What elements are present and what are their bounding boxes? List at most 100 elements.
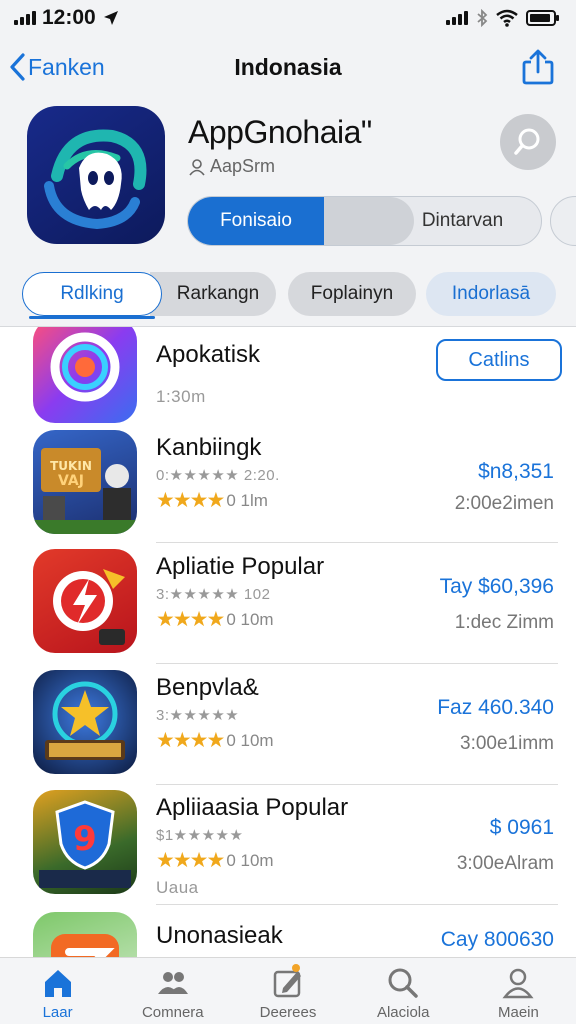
tab-label: Comnera bbox=[141, 1004, 204, 1021]
tab-updates[interactable]: Deerees bbox=[230, 958, 345, 1024]
wifi-icon bbox=[496, 9, 518, 27]
segment-other[interactable]: Dintarvan bbox=[384, 197, 541, 245]
star-rating: ★★★★ bbox=[156, 489, 225, 512]
row-separator bbox=[156, 904, 558, 905]
tab-bar: Laar Comnera Deerees Alaciola Maein bbox=[0, 957, 576, 1024]
list-item[interactable]: Benpvla& 3:★★★★★ ★★★★ 0 10m Faz 460.340 … bbox=[0, 670, 576, 790]
ring-icon bbox=[33, 327, 137, 423]
developer-name: AapSrm bbox=[210, 156, 276, 176]
lightning-icon bbox=[33, 549, 137, 653]
app-subtitle: 3:★★★★★ 102 bbox=[156, 586, 271, 603]
share-icon[interactable] bbox=[520, 48, 556, 86]
star-badge-icon bbox=[33, 670, 137, 774]
star-rating: ★★★★ bbox=[156, 729, 225, 752]
meta: 3:00e1imm bbox=[460, 733, 554, 754]
list-item[interactable]: Unonasieak Cay 800630 bbox=[0, 912, 576, 957]
bluetooth-icon bbox=[477, 9, 488, 27]
star-rating: ★★★★ bbox=[156, 849, 225, 872]
app-title: Benpvla& bbox=[156, 674, 259, 701]
meta: 1:dec Zimm bbox=[454, 612, 554, 633]
price[interactable]: Faz 460.340 bbox=[437, 696, 554, 720]
price[interactable]: $n8,351 bbox=[478, 460, 554, 484]
list-item[interactable]: Apokatisk 1:30m Catlins bbox=[0, 327, 576, 439]
app-subtitle: 3:★★★★★ bbox=[156, 707, 240, 724]
rating-count: 0 10m bbox=[226, 609, 274, 629]
developer-line: AapSrm bbox=[188, 156, 275, 177]
location-arrow-icon bbox=[103, 11, 118, 25]
status-left: 12:00 bbox=[14, 6, 120, 30]
rating-count: 0 1lm bbox=[226, 490, 268, 510]
get-button[interactable]: Catlins bbox=[436, 339, 562, 381]
shield-9-icon: 9 bbox=[33, 790, 137, 894]
app-subtitle: $1★★★★★ bbox=[156, 827, 244, 844]
rating-count: 0 10m bbox=[226, 730, 274, 750]
chip-3[interactable]: Indorlasā bbox=[426, 272, 556, 316]
meta: 2:00e2imen bbox=[454, 493, 554, 514]
app-subtitle: 0:★★★★★ 2:20. bbox=[156, 467, 280, 484]
cell-signal-icon bbox=[446, 11, 468, 25]
segment-active[interactable]: Fonisaio bbox=[188, 197, 324, 245]
profile-icon bbox=[502, 968, 534, 999]
row-separator bbox=[156, 784, 558, 785]
row-separator bbox=[156, 542, 558, 543]
app-header: Fanken Indonasia AppGnohaia" AapSrm Foni… bbox=[0, 36, 576, 326]
list-item[interactable]: Apliatie Popular 3:★★★★★ 102 ★★★★ 0 10m … bbox=[0, 549, 576, 669]
tab-search[interactable]: Alaciola bbox=[346, 958, 461, 1024]
tab-community[interactable]: Comnera bbox=[115, 958, 230, 1024]
svg-text:VAJ: VAJ bbox=[58, 473, 84, 489]
tab-profile[interactable]: Maein bbox=[461, 958, 576, 1024]
search-button[interactable] bbox=[500, 114, 556, 170]
price[interactable]: Tay $60,396 bbox=[440, 575, 554, 599]
home-icon bbox=[44, 970, 71, 997]
list-item[interactable]: 9 Apliiaasia Popular $1★★★★★ ★★★★ 0 10m … bbox=[0, 790, 576, 910]
app-subtitle: 1:30m bbox=[156, 387, 206, 406]
rating-row: ★★★★ 0 10m bbox=[156, 607, 274, 632]
chip-0[interactable]: Rdlking bbox=[22, 272, 162, 319]
edit-icon bbox=[273, 970, 301, 998]
status-bar: 12:00 bbox=[0, 0, 576, 36]
app-title: Apliiaasia Popular bbox=[156, 794, 349, 821]
tab-label: Laar bbox=[42, 1004, 73, 1021]
svg-text:TUKIN: TUKIN bbox=[50, 459, 92, 473]
status-time: 12:00 bbox=[42, 6, 96, 29]
developer-icon bbox=[189, 158, 205, 176]
people-icon bbox=[157, 972, 188, 994]
app-list: Apokatisk 1:30m Catlins TUKIN VAJ Kanbii… bbox=[0, 327, 576, 957]
rating-row: ★★★★ 0 1lm bbox=[156, 488, 268, 513]
rating-count: 0 10m bbox=[226, 850, 274, 870]
nav-bar: Fanken Indonasia bbox=[0, 36, 576, 98]
tab-label: Maein bbox=[497, 1004, 539, 1021]
game-kanban-icon: TUKIN VAJ bbox=[33, 430, 137, 534]
battery-icon bbox=[526, 10, 559, 26]
rating-row: ★★★★ 0 10m bbox=[156, 848, 274, 873]
meta: 3:00eAlram bbox=[456, 853, 554, 874]
ghost-swirl-icon bbox=[44, 129, 147, 230]
chip-1[interactable]: Rarkangn bbox=[150, 272, 276, 316]
tab-home[interactable]: Laar bbox=[0, 958, 115, 1024]
status-right bbox=[446, 9, 560, 27]
tab-label: Alaciola bbox=[376, 1004, 430, 1021]
app-title: Kanbiingk bbox=[156, 434, 262, 461]
segmented-control: Fonisaio Dintarvan bbox=[187, 196, 542, 246]
app-extra: Uaua bbox=[156, 878, 199, 897]
segment-overflow[interactable] bbox=[550, 196, 576, 246]
price[interactable]: $ 0961 bbox=[490, 816, 554, 840]
orange-arrow-icon bbox=[33, 912, 137, 957]
app-name: AppGnohaia" bbox=[188, 114, 372, 150]
rating-row: ★★★★ 0 10m bbox=[156, 728, 274, 753]
page-title: Indonasia bbox=[234, 54, 342, 80]
svg-text:9: 9 bbox=[73, 819, 97, 859]
star-rating: ★★★★ bbox=[156, 608, 225, 631]
search-icon bbox=[388, 968, 418, 998]
search-icon bbox=[514, 128, 540, 155]
app-title: Apliatie Popular bbox=[156, 553, 325, 580]
list-item[interactable]: TUKIN VAJ Kanbiingk 0:★★★★★ 2:20. ★★★★ 0… bbox=[0, 430, 576, 550]
cell-signal-icon bbox=[14, 11, 36, 25]
app-icon[interactable] bbox=[27, 106, 165, 244]
app-title: Apokatisk bbox=[156, 341, 261, 368]
price[interactable]: Cay 800630 bbox=[441, 928, 554, 952]
row-separator bbox=[156, 663, 558, 664]
tab-label: Deerees bbox=[259, 1004, 317, 1021]
chip-2[interactable]: Foplainyn bbox=[288, 272, 416, 316]
filter-chips: Rdlking Rarkangn Foplainyn Indorlasā bbox=[22, 272, 556, 319]
